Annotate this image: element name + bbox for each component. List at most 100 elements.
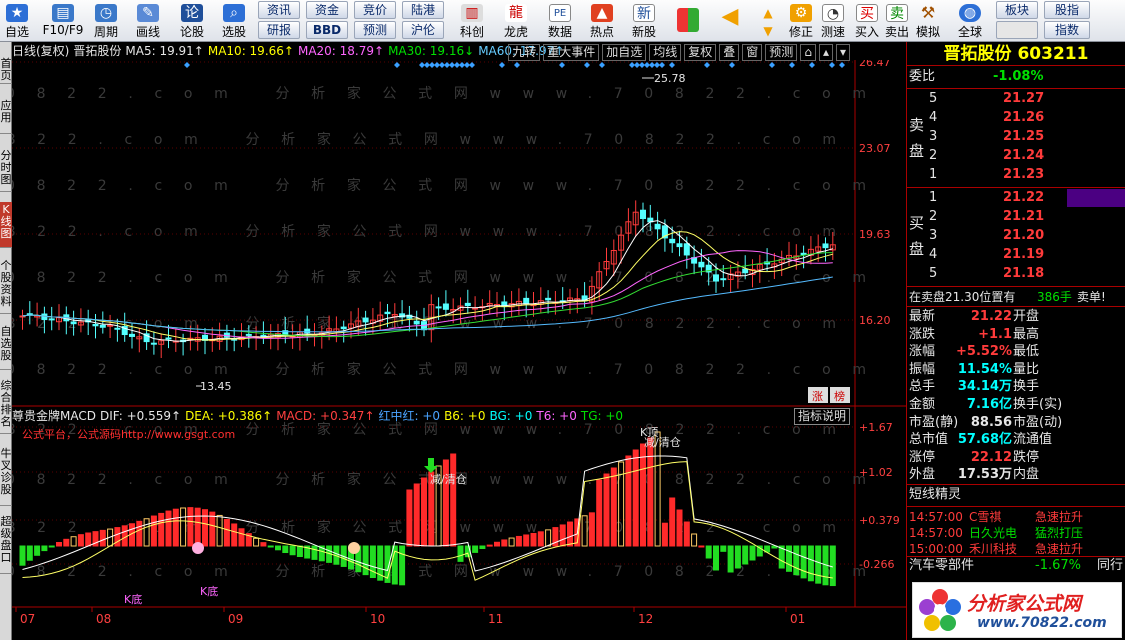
tab-events[interactable]: 重大事件 (543, 44, 600, 61)
elf-title[interactable]: 短线精灵 (909, 486, 961, 504)
toolbar-hot-button[interactable]: ▲ 热点 (584, 2, 620, 40)
bid-row[interactable]: 4 21.19 (907, 246, 1125, 264)
pill-sector[interactable]: 板块 (996, 1, 1038, 19)
candle-body[interactable] (545, 297, 552, 301)
event-marker-icon[interactable] (514, 62, 520, 68)
event-marker-icon[interactable] (669, 62, 675, 68)
bid-row[interactable]: 3 21.20 (907, 227, 1125, 245)
home-icon[interactable]: ⌂ (800, 44, 816, 61)
candle-body[interactable] (669, 238, 676, 244)
ask-row[interactable]: 1 21.23 (907, 166, 1125, 184)
pill-forecast[interactable]: 预测 (354, 21, 396, 39)
candle-body[interactable] (245, 333, 252, 336)
chevron-down-icon[interactable]: ▾ (835, 44, 850, 61)
event-marker-icon[interactable] (789, 62, 795, 68)
event-marker-icon[interactable] (704, 62, 710, 68)
toolbar-select-button[interactable]: ⌕ 选股 (218, 2, 250, 40)
candle-body[interactable] (713, 274, 719, 282)
ask-row[interactable]: 2 21.24 (907, 147, 1125, 165)
toolbar-color-button[interactable] (674, 2, 702, 40)
toolbar-kechuang-button[interactable]: ▥ 科创 (454, 2, 490, 40)
event-marker-icon[interactable] (729, 62, 735, 68)
tab-ma[interactable]: 均线 (649, 44, 682, 61)
vtab-diagnose[interactable]: 牛叉诊股 (0, 446, 12, 506)
toolbar-ipo-button[interactable]: 新新股 (626, 2, 662, 40)
toolbar-buy-button[interactable]: 买买入 (854, 2, 880, 40)
candle-body[interactable] (472, 307, 479, 310)
candle-body[interactable] (683, 243, 690, 256)
candle-body[interactable] (442, 303, 449, 310)
vtab-profile[interactable]: 个股资料 (0, 258, 12, 314)
candle-body[interactable] (413, 320, 420, 325)
indicator-explain-button[interactable]: 指标说明 (794, 408, 851, 425)
vtab-superpan[interactable]: 超级盘口 (0, 514, 12, 574)
pill-auction[interactable]: 竞价 (354, 1, 396, 19)
event-marker-icon[interactable] (599, 62, 605, 68)
candle-body[interactable] (165, 337, 172, 340)
event-marker-icon[interactable] (394, 62, 400, 68)
event-marker-icon[interactable] (809, 62, 815, 68)
event-marker-icon[interactable] (584, 62, 590, 68)
toolbar-zixuan-button[interactable]: ★ 自选 (2, 2, 32, 40)
event-marker-icon[interactable] (469, 62, 475, 68)
candle-body[interactable] (698, 261, 705, 268)
candle-body[interactable] (654, 223, 661, 230)
candle-body[interactable] (150, 342, 157, 345)
toolbar-speed-button[interactable]: ◔ 测速 (818, 2, 848, 40)
pill-index[interactable]: 指数 (1044, 21, 1090, 39)
toolbar-period-button[interactable]: ◷ 周期 (90, 2, 122, 40)
event-marker-icon[interactable] (559, 62, 565, 68)
vtab-watchlist[interactable]: 自选股 (0, 324, 12, 370)
tab-adjust[interactable]: 复权 (684, 44, 717, 61)
candle-body[interactable] (129, 333, 135, 337)
candle-body[interactable] (800, 252, 807, 256)
candle-body[interactable] (107, 324, 114, 327)
candle-body[interactable] (340, 326, 347, 330)
candle-body[interactable] (523, 297, 530, 305)
toolbar-discuss-button[interactable]: 论论股 (176, 2, 208, 40)
event-marker-icon[interactable] (659, 62, 665, 68)
candle-body[interactable] (464, 302, 471, 307)
pill-research[interactable]: 研报 (258, 21, 300, 39)
tab-window[interactable]: 窗 (742, 44, 763, 61)
pill-index-futures[interactable]: 股指 (1044, 1, 1090, 19)
pill-bbd[interactable]: BBD (306, 21, 348, 39)
toolbar-data-button[interactable]: PE 数据 (542, 2, 578, 40)
vtab-home[interactable]: 首页 (0, 56, 12, 84)
candle-body[interactable] (742, 268, 749, 274)
toolbar-longhu-button[interactable]: 龍龙虎 (498, 2, 534, 40)
toolbar-updown-button[interactable]: ▲ ▼ (754, 2, 782, 40)
event-marker-icon[interactable] (829, 62, 835, 68)
event-marker-icon[interactable] (769, 62, 775, 68)
candle-body[interactable] (48, 318, 55, 321)
candle-body[interactable] (70, 321, 77, 325)
candle-body[interactable] (362, 317, 369, 323)
toolbar-draw-button[interactable]: ✎ 画线 (132, 2, 164, 40)
candle-body[interactable] (114, 327, 121, 330)
ask-row[interactable]: 5 21.27 (907, 90, 1125, 108)
ask-row[interactable]: 3 21.25 (907, 128, 1125, 146)
candle-body[interactable] (676, 243, 683, 248)
vtab-ranking[interactable]: 综合排名 (0, 378, 12, 434)
pill-funds[interactable]: 资金 (306, 1, 348, 19)
candle-body[interactable] (822, 243, 829, 249)
tab-overlay[interactable]: 叠 (719, 44, 740, 61)
candle-body[interactable] (720, 278, 727, 281)
candle-body[interactable] (640, 209, 646, 220)
kline-chart[interactable]: 0822.com 分析家公式网www.70822.com 0822.com 分析家… (12, 42, 906, 632)
event-marker-icon[interactable] (839, 62, 845, 68)
pill-news[interactable]: 资讯 (258, 1, 300, 19)
toolbar-global-button[interactable]: ◍ 全球 (952, 2, 988, 40)
toolbar-back-button[interactable]: ◀ (716, 2, 744, 40)
toolbar-fix-button[interactable]: ⚙ 修正 (786, 2, 816, 40)
event-marker-icon[interactable] (184, 62, 190, 68)
ask-row[interactable]: 4 21.26 (907, 109, 1125, 127)
tab-predict[interactable]: 预测 (765, 44, 798, 61)
bid-row[interactable]: 2 21.21 (907, 208, 1125, 226)
pill-hk[interactable]: 陆港 (402, 1, 444, 19)
candle-body[interactable] (384, 311, 391, 315)
toolbar-simulate-button[interactable]: ⚒ 模拟 (914, 2, 942, 40)
toolbar-sell-button[interactable]: 卖卖出 (884, 2, 910, 40)
vtab-kline[interactable]: K线图 (0, 202, 12, 248)
toolbar-f10-button[interactable]: ▤ F10/F9 (40, 2, 86, 40)
